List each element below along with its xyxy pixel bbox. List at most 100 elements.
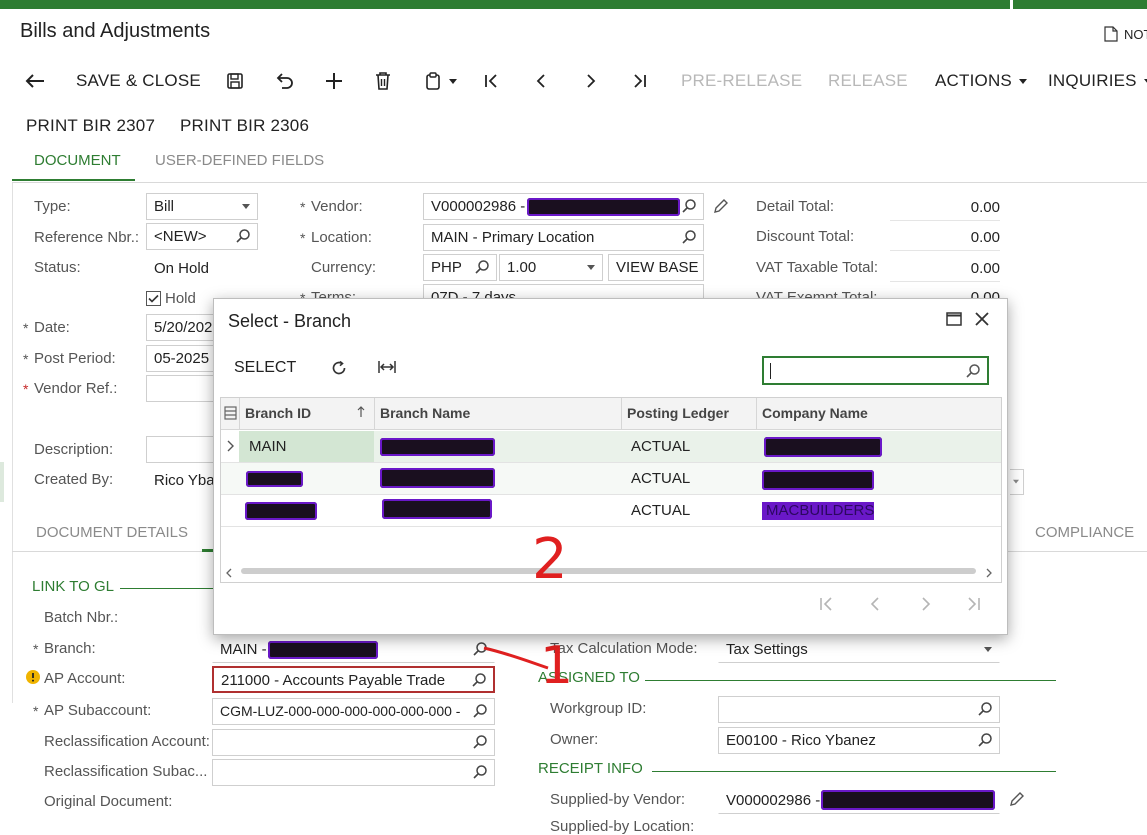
currency-field[interactable]: PHP (423, 254, 497, 281)
search-icon[interactable] (965, 363, 981, 379)
vendor-ref-label: Vendor Ref.: (23, 380, 117, 397)
first-page-icon (820, 597, 832, 611)
notes-button[interactable]: NOT (1104, 26, 1147, 42)
search-icon[interactable] (977, 701, 993, 717)
horizontal-scrollbar[interactable] (241, 568, 976, 574)
chevron-right-icon (986, 568, 992, 578)
print-bir-2306-button[interactable]: PRINT BIR 2306 (180, 113, 309, 139)
delete-button[interactable] (374, 68, 392, 94)
search-icon[interactable] (681, 198, 697, 214)
pre-release-button[interactable]: PRE-RELEASE (681, 68, 802, 94)
search-icon[interactable] (474, 259, 490, 275)
redaction-mark (380, 468, 495, 488)
maximize-button[interactable] (946, 312, 962, 329)
search-icon[interactable] (472, 764, 488, 780)
search-icon[interactable] (235, 228, 251, 244)
reclass-subaccount-field[interactable] (212, 759, 495, 786)
save-close-button[interactable]: SAVE & CLOSE (76, 68, 201, 94)
pager-first[interactable] (818, 595, 834, 618)
prev-record-button[interactable] (533, 68, 549, 94)
form-tabs: DOCUMENT USER-DEFINED FIELDS (12, 150, 1147, 183)
col-company-name[interactable]: Company Name (762, 405, 868, 421)
date-field[interactable]: 5/20/2025 (146, 314, 216, 341)
owner-field[interactable]: E00100 - Rico Ybanez (718, 727, 1000, 754)
date-label: Date: (23, 319, 70, 336)
tab-document[interactable]: DOCUMENT (12, 152, 135, 181)
chevron-right-icon (227, 440, 234, 452)
copy-paste-button[interactable] (424, 68, 458, 94)
ap-account-field[interactable]: 211000 - Accounts Payable Trade (212, 666, 495, 693)
next-record-button[interactable] (583, 68, 599, 94)
scroll-left-button[interactable] (225, 565, 233, 581)
tab-document-details[interactable]: DOCUMENT DETAILS (36, 524, 188, 541)
search-icon[interactable] (977, 732, 993, 748)
vendor-ref-field[interactable] (146, 375, 216, 402)
tab-user-defined-fields[interactable]: USER-DEFINED FIELDS (155, 152, 324, 169)
search-icon[interactable] (472, 734, 488, 750)
column-separator (239, 398, 240, 430)
select-button[interactable]: SELECT (234, 359, 296, 377)
description-field[interactable] (146, 436, 216, 463)
add-button[interactable] (324, 68, 344, 94)
caret-down-icon (1013, 479, 1019, 484)
column-settings-icon[interactable] (224, 406, 237, 420)
search-icon[interactable] (681, 229, 697, 245)
scroll-right-button[interactable] (985, 565, 993, 581)
inquiries-menu[interactable]: INQUIRIES (1048, 68, 1147, 94)
search-icon[interactable] (472, 703, 488, 719)
type-select[interactable]: Bill (146, 193, 258, 220)
redaction-mark (380, 438, 495, 456)
col-branch-name[interactable]: Branch Name (380, 405, 470, 421)
ap-subaccount-field[interactable]: CGM-LUZ-000-000-000-000-000-000 - (212, 698, 495, 725)
branch-label: Branch: (33, 640, 96, 657)
close-button[interactable] (975, 312, 989, 329)
dialog-title: Select - Branch (228, 311, 352, 331)
tax-calc-mode-select[interactable]: Tax Settings (718, 636, 1000, 663)
actions-menu[interactable]: ACTIONS (935, 68, 1028, 94)
created-by-value: Rico Yba (154, 472, 215, 489)
next-page-icon (922, 597, 931, 611)
reclass-account-label: Reclassification Account: (44, 733, 210, 750)
pager-last[interactable] (966, 595, 982, 618)
col-branch-id[interactable]: Branch ID (245, 405, 311, 421)
document-icon (1104, 26, 1118, 42)
edit-supplied-vendor-button[interactable] (1008, 791, 1025, 811)
table-row[interactable]: MAIN ACTUAL (221, 431, 1001, 463)
last-record-button[interactable] (631, 68, 649, 94)
fit-columns-button[interactable] (377, 359, 397, 378)
notes-label: NOT (1124, 26, 1147, 42)
chevron-left-icon (226, 568, 232, 578)
undo-button[interactable] (274, 68, 294, 94)
col-posting-ledger[interactable]: Posting Ledger (627, 405, 729, 421)
actions-label: ACTIONS (935, 71, 1012, 90)
refresh-button[interactable] (330, 359, 348, 380)
tab-compliance[interactable]: COMPLIANCE (1035, 524, 1134, 541)
caret-down-icon (449, 79, 457, 84)
post-period-field[interactable]: 05-2025 (146, 345, 216, 372)
edit-vendor-button[interactable] (712, 198, 729, 218)
first-record-button[interactable] (482, 68, 500, 94)
pager-next[interactable] (920, 595, 932, 618)
rate-value: 1.00 (507, 259, 537, 276)
hold-checkbox[interactable]: Hold (146, 290, 196, 307)
row-selector[interactable] (221, 431, 239, 462)
rate-field[interactable]: 1.00 (499, 254, 603, 281)
status-value: On Hold (154, 260, 210, 277)
print-bir-2307-button[interactable]: PRINT BIR 2307 (26, 113, 155, 139)
save-button[interactable] (226, 68, 244, 94)
table-row[interactable]: ACTUAL MACBUILDERS (221, 495, 1001, 527)
location-field[interactable]: MAIN - Primary Location (423, 224, 704, 251)
back-button[interactable] (24, 68, 46, 94)
reclass-account-field[interactable] (212, 729, 495, 756)
hidden-dropdown-edge[interactable] (1010, 469, 1024, 495)
text-caret (770, 363, 771, 379)
trash-icon (376, 72, 390, 90)
table-row[interactable]: ACTUAL (221, 463, 1001, 495)
release-button[interactable]: RELEASE (828, 68, 908, 94)
dialog-search-input[interactable] (762, 356, 989, 385)
reference-nbr-field[interactable]: <NEW> (146, 223, 258, 250)
view-base-button[interactable]: VIEW BASE (608, 254, 704, 281)
workgroup-field[interactable] (718, 696, 1000, 723)
pager-prev[interactable] (869, 595, 881, 618)
redaction-mark (268, 641, 378, 659)
